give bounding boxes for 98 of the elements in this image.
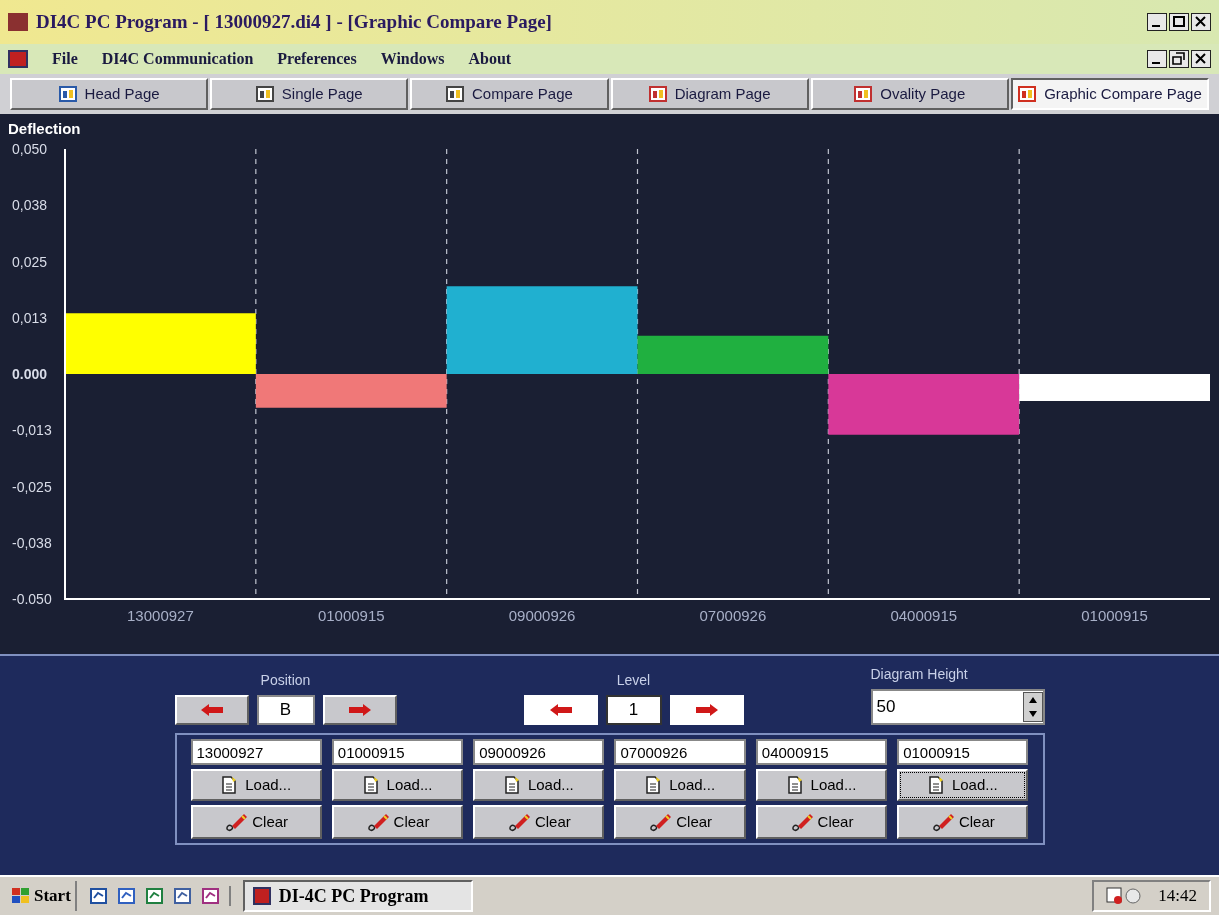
position-label: Position bbox=[260, 671, 311, 690]
document-icon bbox=[503, 776, 520, 794]
clear-button[interactable]: Clear bbox=[755, 805, 888, 839]
program-icon bbox=[252, 887, 271, 905]
previous-position-button[interactable] bbox=[174, 695, 249, 725]
next-level-button[interactable] bbox=[669, 695, 744, 725]
document-icon bbox=[221, 776, 238, 794]
eraser-icon bbox=[648, 812, 673, 832]
page-tab[interactable]: Head Page bbox=[10, 78, 209, 110]
y-tick-label: 0,013 bbox=[12, 309, 48, 326]
tab-icon bbox=[445, 86, 464, 102]
y-tick-label: 0,038 bbox=[12, 197, 48, 214]
y-tick-label: -0,013 bbox=[12, 422, 52, 439]
load-button[interactable]: Load... bbox=[190, 769, 322, 801]
clear-button[interactable]: Clear bbox=[190, 805, 322, 839]
file-name-field[interactable]: 01000915 bbox=[897, 739, 1029, 765]
page-tab[interactable]: Diagram Page bbox=[610, 78, 809, 110]
load-button[interactable]: Load... bbox=[897, 769, 1029, 801]
eraser-icon bbox=[224, 812, 249, 832]
level-label: Level bbox=[616, 671, 651, 690]
file-name-field[interactable]: 01000915 bbox=[331, 739, 464, 765]
spinner-arrows-icon bbox=[1022, 692, 1043, 722]
x-tick-label: 13000927 bbox=[127, 607, 194, 624]
x-tick-label: 01000915 bbox=[1081, 607, 1148, 624]
document-icon bbox=[645, 776, 662, 794]
y-tick-label: 0,050 bbox=[12, 141, 48, 157]
next-position-button[interactable] bbox=[322, 695, 397, 725]
left-arrow-icon bbox=[549, 704, 572, 716]
menu-item[interactable]: Windows bbox=[380, 47, 445, 71]
x-tick-label: 01000915 bbox=[317, 607, 385, 624]
x-tick-label: 04000915 bbox=[890, 607, 958, 624]
windows-logo-icon bbox=[12, 888, 30, 904]
tab-icon bbox=[1018, 86, 1037, 102]
eraser-icon bbox=[506, 812, 531, 832]
y-tick-label: -0,038 bbox=[12, 534, 52, 551]
clear-button[interactable]: Clear bbox=[473, 805, 605, 839]
tab-icon bbox=[648, 86, 667, 102]
page-tab[interactable]: Compare Page bbox=[410, 78, 609, 110]
document-icon bbox=[927, 776, 944, 794]
page-tab[interactable]: Graphic Compare Page bbox=[1010, 78, 1210, 110]
y-tick-label: 0,025 bbox=[12, 253, 48, 270]
file-name-field[interactable]: 09000926 bbox=[473, 739, 605, 765]
load-button[interactable]: Load... bbox=[331, 769, 464, 801]
eraser-icon bbox=[930, 812, 955, 832]
position-value: B bbox=[256, 695, 315, 725]
quick-launch-icon[interactable] bbox=[116, 886, 137, 906]
level-value: 1 bbox=[605, 695, 662, 725]
file-name-field[interactable]: 13000927 bbox=[190, 739, 322, 765]
minimize-icon[interactable] bbox=[1147, 13, 1167, 31]
file-name-field[interactable]: 07000926 bbox=[614, 739, 746, 765]
diagram-height-spinner[interactable]: 50 bbox=[870, 689, 1045, 725]
tab-icon bbox=[58, 86, 77, 102]
tab-icon bbox=[854, 86, 873, 102]
maximize-icon[interactable] bbox=[1169, 13, 1189, 31]
document-app-icon bbox=[8, 50, 28, 68]
document-icon bbox=[362, 776, 379, 794]
diagram-height-label: Diagram Height bbox=[870, 665, 969, 684]
quick-launch-icon[interactable] bbox=[144, 886, 165, 906]
x-tick-label: 07000926 bbox=[699, 607, 767, 624]
document-icon bbox=[786, 776, 803, 794]
x-tick-label: 09000926 bbox=[508, 607, 576, 624]
left-arrow-icon bbox=[200, 704, 223, 716]
clear-button[interactable]: Clear bbox=[614, 805, 746, 839]
window-title: DI4C PC Program - [ 13000927.di4 ] - [Graphic Compare Page] bbox=[36, 9, 552, 34]
taskbar-window-button[interactable]: DI-4C PC Program bbox=[242, 880, 473, 912]
right-arrow-icon bbox=[348, 704, 371, 716]
load-button[interactable]: Load... bbox=[755, 769, 888, 801]
restore-icon[interactable] bbox=[1169, 50, 1189, 68]
app-icon bbox=[8, 13, 28, 31]
quick-launch-icon[interactable] bbox=[172, 886, 193, 906]
page-tab[interactable]: Ovality Page bbox=[810, 78, 1009, 110]
eraser-icon bbox=[789, 812, 814, 832]
minimize-icon[interactable] bbox=[1147, 50, 1167, 68]
y-tick-label: -0.050 bbox=[12, 591, 52, 607]
quick-launch-icon[interactable] bbox=[200, 886, 221, 906]
menu-item[interactable]: About bbox=[468, 47, 512, 71]
tray-icon[interactable] bbox=[1106, 886, 1143, 906]
menu-item[interactable]: File bbox=[52, 47, 78, 71]
y-tick-label: 0.000 bbox=[12, 366, 48, 382]
clock: 14:42 bbox=[1158, 885, 1197, 908]
menu-item[interactable]: DI4C Communication bbox=[101, 47, 254, 71]
quick-launch-icon[interactable] bbox=[88, 886, 109, 906]
load-button[interactable]: Load... bbox=[473, 769, 605, 801]
previous-level-button[interactable] bbox=[523, 695, 598, 725]
tab-icon bbox=[255, 86, 274, 102]
eraser-icon bbox=[365, 812, 390, 832]
load-button[interactable]: Load... bbox=[614, 769, 746, 801]
clear-button[interactable]: Clear bbox=[331, 805, 464, 839]
menu-item[interactable]: Preferences bbox=[277, 47, 357, 71]
close-icon[interactable] bbox=[1191, 50, 1211, 68]
start-button[interactable]: Start bbox=[8, 881, 77, 911]
page-tab[interactable]: Single Page bbox=[210, 78, 409, 110]
close-icon[interactable] bbox=[1191, 13, 1211, 31]
clear-button[interactable]: Clear bbox=[897, 805, 1029, 839]
axis-title: Deflection bbox=[8, 120, 81, 137]
y-tick-label: -0,025 bbox=[12, 478, 52, 495]
file-name-field[interactable]: 04000915 bbox=[755, 739, 888, 765]
right-arrow-icon bbox=[695, 704, 718, 716]
